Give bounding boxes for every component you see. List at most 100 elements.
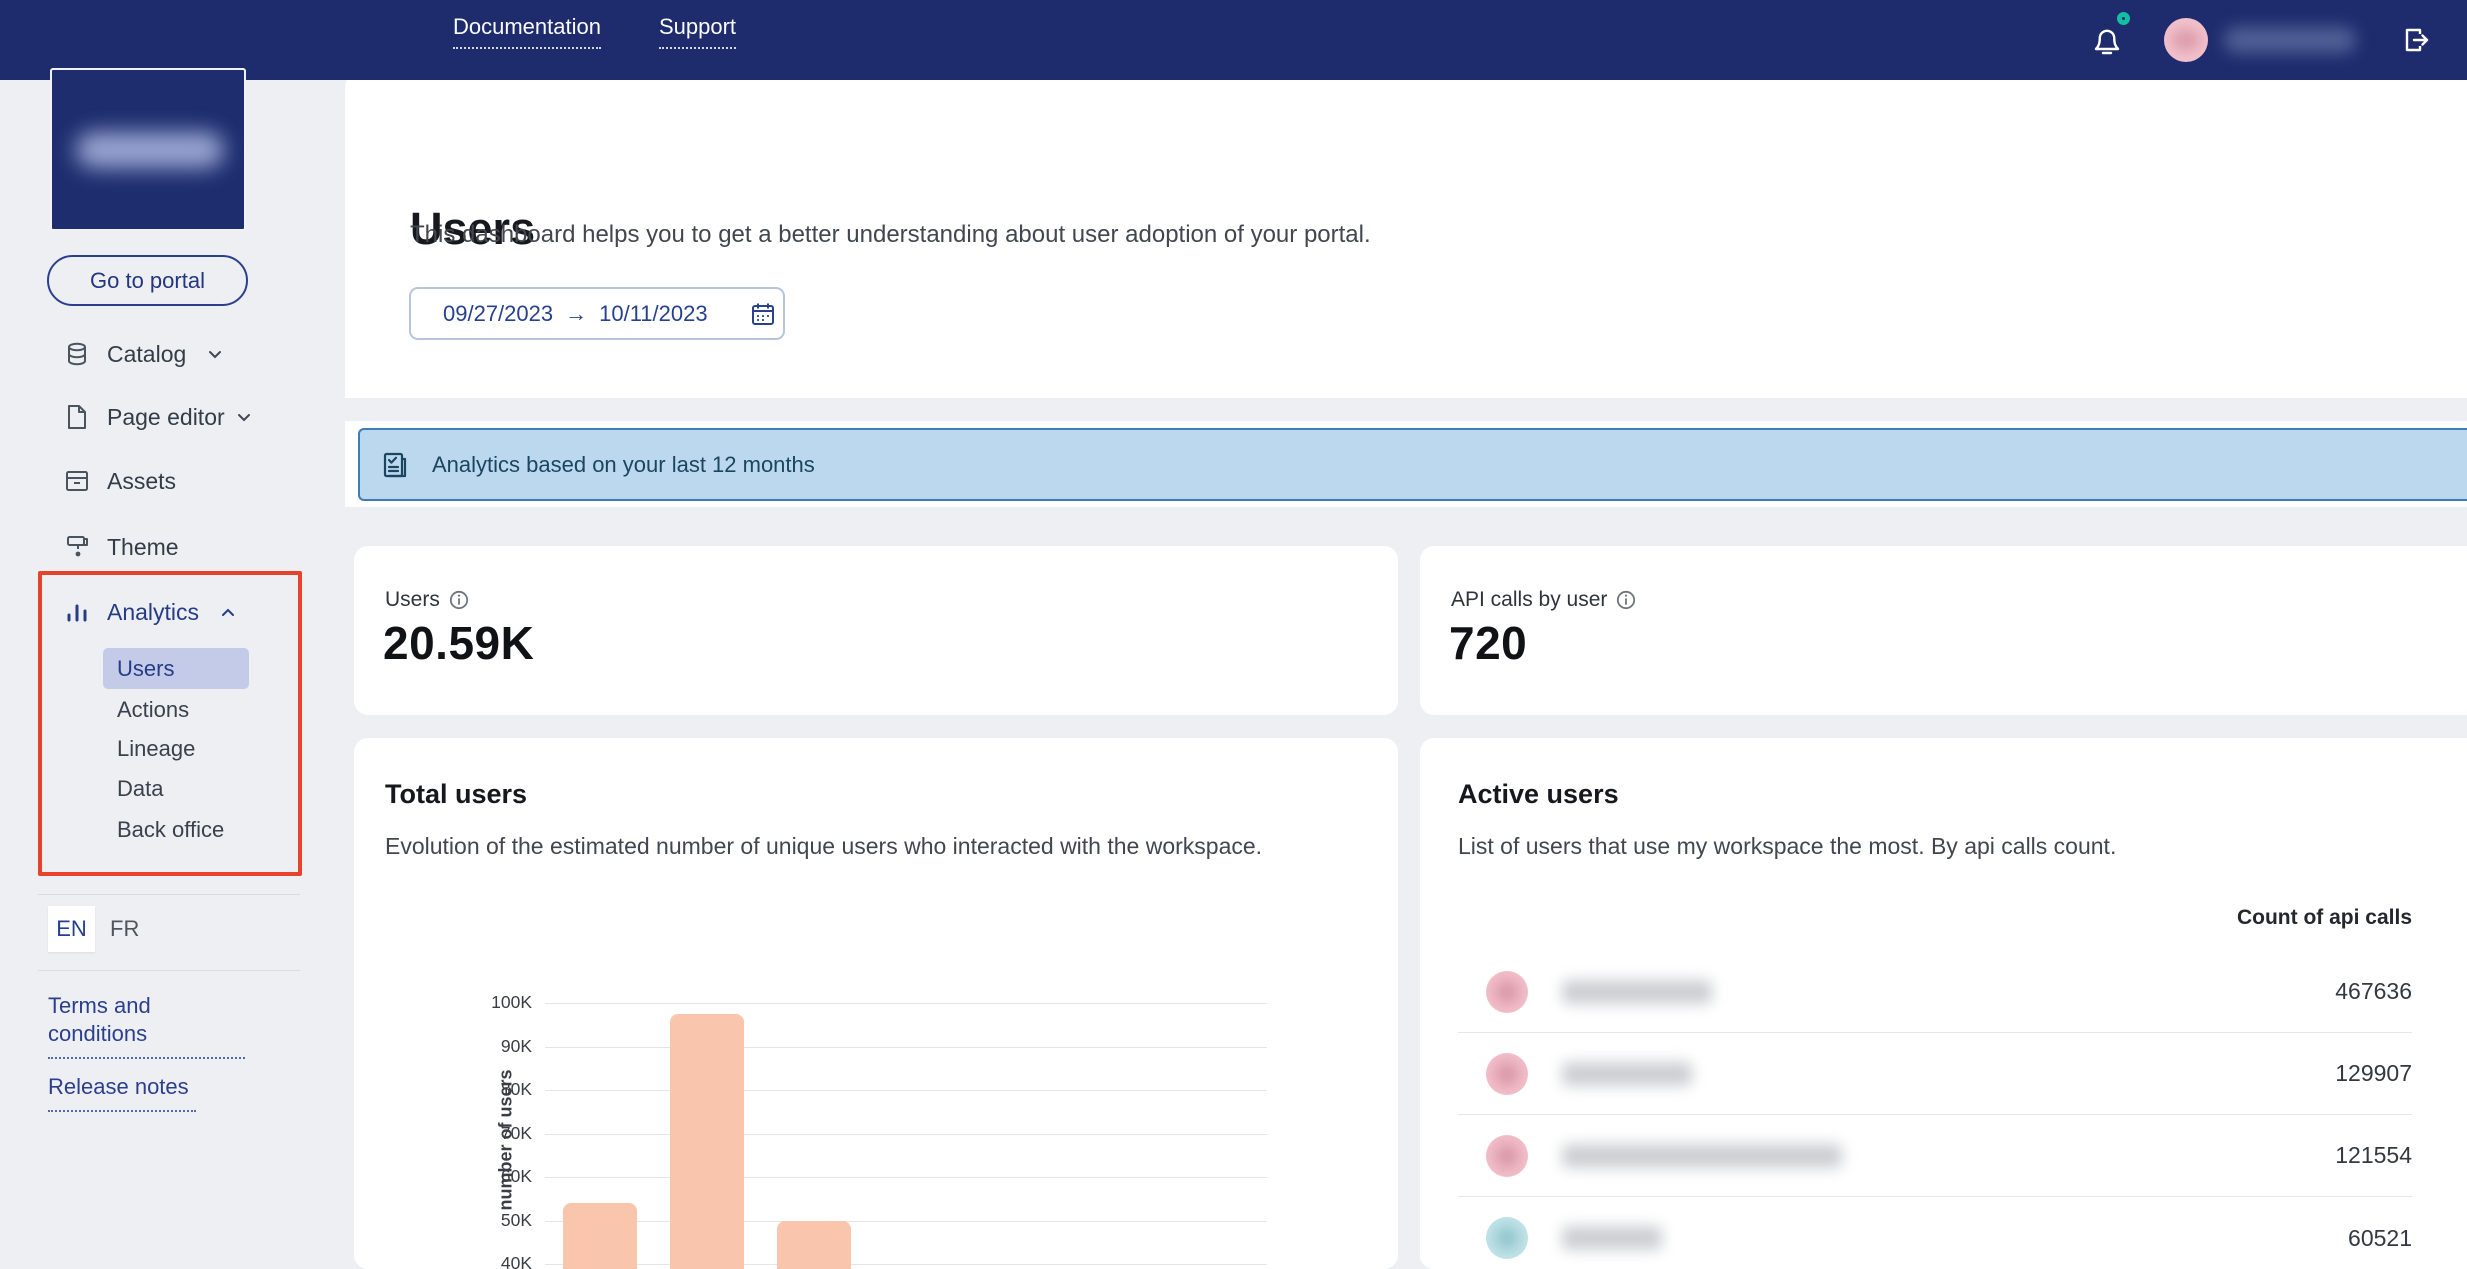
gridline — [545, 1264, 1267, 1265]
sidebar-subitem-users[interactable]: Users — [103, 648, 249, 689]
arrow-right-icon: → — [565, 300, 588, 326]
table-row[interactable]: 60521 — [1458, 1197, 2412, 1269]
date-start: 09/27/2023 — [443, 300, 554, 326]
date-range-picker[interactable]: 09/27/2023 → 10/11/2023 — [409, 287, 785, 340]
stat-label: Users — [385, 588, 440, 611]
total-users-card: Total users Evolution of the estimated n… — [354, 738, 1398, 1269]
chevron-up-icon — [221, 608, 235, 617]
sidebar-subitem-lineage[interactable]: Lineage — [103, 728, 253, 769]
y-tick-label: 60K — [500, 1166, 532, 1186]
sidebar-subitem-actions[interactable]: Actions — [103, 689, 253, 730]
gridline — [545, 1220, 1267, 1222]
date-end: 10/11/2023 — [599, 300, 708, 326]
y-tick-label: 40K — [500, 1253, 532, 1269]
api-calls-count: 121554 — [2335, 1142, 2412, 1168]
api-calls-count: 467636 — [2335, 978, 2412, 1004]
sidebar-item-analytics[interactable]: Analytics — [0, 589, 345, 635]
language-toggle-fr[interactable]: FR — [110, 906, 139, 952]
sidebar-item-catalog[interactable]: Catalog — [0, 331, 345, 377]
card-description: Evolution of the estimated number of uni… — [385, 833, 1263, 859]
banner-strip: Analytics based on your last 12 months — [345, 421, 2467, 507]
table-row[interactable]: 121554 — [1458, 1115, 2412, 1197]
card-description: List of users that use my workspace the … — [1458, 833, 2117, 859]
documentation-link[interactable]: Documentation — [453, 14, 601, 49]
user-avatar — [1486, 970, 1528, 1013]
release-notes-link[interactable]: Release notes — [48, 1073, 196, 1112]
topbar-links: Documentation Support — [453, 14, 737, 49]
users-bar-chart-plot: 100K 90K 80K 70K 60K 50K 40K — [491, 992, 1267, 1269]
sidebar-divider — [38, 894, 300, 895]
user-avatar — [1486, 1217, 1528, 1259]
user-name-blurred — [1562, 1226, 1662, 1250]
gridline — [545, 1046, 1267, 1048]
language-toggle-en[interactable]: EN — [48, 906, 95, 952]
user-name-blurred — [1562, 1143, 1842, 1168]
calendar-icon — [750, 301, 776, 327]
bar-0 — [563, 1203, 637, 1269]
user-name-blurred — [2224, 27, 2356, 53]
sidebar-divider — [38, 970, 300, 971]
go-to-portal-button[interactable]: Go to portal — [47, 255, 248, 306]
y-tick-label: 80K — [500, 1079, 532, 1099]
page-header-panel: Users This dashboard helps you to get a … — [345, 68, 2467, 398]
column-header-count-of-api-calls: Count of api calls — [2236, 906, 2412, 929]
gridline — [545, 1003, 1267, 1004]
user-name-blurred — [1562, 1061, 1692, 1086]
users-stat-card: Users 20.59K — [354, 546, 1398, 715]
notification-badge — [2117, 12, 2130, 25]
paint-roller-icon — [63, 533, 91, 561]
bell-icon — [2090, 20, 2124, 60]
card-title: Active users — [1458, 779, 1619, 809]
avatar[interactable] — [2164, 18, 2208, 62]
sidebar-item-label: Catalog — [107, 340, 187, 367]
stat-value: 20.59K — [383, 617, 535, 669]
support-link[interactable]: Support — [658, 14, 737, 49]
logout-button[interactable] — [2402, 25, 2432, 55]
report-check-icon — [381, 451, 409, 479]
page-description: This dashboard helps you to get a better… — [410, 221, 1371, 248]
stat-value: 720 — [1449, 617, 1528, 669]
sidebar-item-label: Analytics — [107, 598, 200, 625]
active-users-table: 467636 129907 121554 60521 — [1458, 951, 2412, 1269]
api-calls-count: 60521 — [2348, 1224, 2412, 1251]
sidebar-item-assets[interactable]: Assets — [0, 458, 345, 504]
sidebar-item-label: Page editor — [107, 403, 225, 430]
gridline — [545, 1133, 1267, 1135]
sidebar-subitem-back-office[interactable]: Back office — [103, 809, 253, 850]
y-tick-label: 50K — [500, 1209, 532, 1230]
analytics-period-banner: Analytics based on your last 12 months — [358, 428, 2467, 501]
bar-2 — [777, 1220, 851, 1269]
stat-label: API calls by user — [1451, 588, 1608, 611]
sidebar-item-theme[interactable]: Theme — [0, 524, 345, 570]
notifications-button[interactable] — [2090, 12, 2130, 60]
sidebar-subitem-data[interactable]: Data — [103, 768, 253, 809]
page-icon — [63, 403, 91, 431]
topbar-user-area — [2090, 0, 2432, 80]
database-icon — [63, 340, 91, 368]
logo-blurred-text — [76, 132, 224, 168]
api-calls-count: 129907 — [2335, 1060, 2412, 1086]
user-avatar — [1486, 1134, 1528, 1177]
avatar-blurred-initials — [2172, 30, 2200, 50]
y-tick-label: 70K — [500, 1122, 532, 1143]
terms-and-conditions-link[interactable]: Terms and conditions — [48, 992, 245, 1059]
banner-text: Analytics based on your last 12 months — [432, 451, 815, 477]
sidebar-item-label: Theme — [107, 533, 179, 560]
y-tick-label: 90K — [500, 1035, 532, 1056]
gridline — [545, 1090, 1267, 1091]
info-icon[interactable] — [1616, 590, 1636, 610]
bar-chart-icon — [63, 598, 91, 626]
archive-icon — [63, 467, 91, 495]
top-navigation-bar: Documentation Support — [0, 0, 2467, 80]
card-title: Total users — [385, 779, 528, 809]
y-tick-label: 100K — [491, 992, 532, 1012]
chevron-down-icon — [208, 350, 222, 359]
chevron-down-icon — [237, 413, 251, 422]
table-row[interactable]: 129907 — [1458, 1033, 2412, 1115]
table-row[interactable]: 467636 — [1458, 951, 2412, 1033]
sidebar-item-label: Assets — [107, 467, 177, 494]
info-icon[interactable] — [449, 590, 469, 610]
portal-logo — [50, 68, 246, 231]
sidebar-item-page-editor[interactable]: Page editor — [0, 394, 345, 440]
user-name-blurred — [1562, 979, 1712, 1004]
